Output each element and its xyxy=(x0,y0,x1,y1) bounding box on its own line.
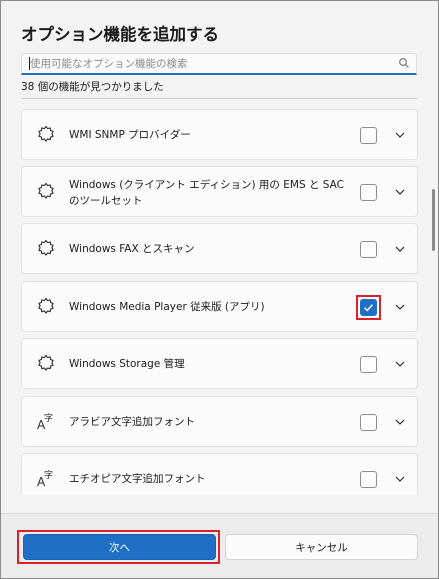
chevron-down-icon[interactable] xyxy=(394,130,406,140)
font-icon: A 字 xyxy=(37,469,53,488)
chevron-down-icon[interactable] xyxy=(394,474,406,484)
gear-icon xyxy=(38,125,54,142)
next-button[interactable]: 次へ xyxy=(23,534,216,560)
feature-list[interactable]: WMI SNMP プロバイダー Windows (クライアント エディション) … xyxy=(21,109,419,495)
chevron-down-icon[interactable] xyxy=(394,244,406,254)
chevron-down-icon[interactable] xyxy=(394,417,406,427)
font-icon: A 字 xyxy=(37,412,53,431)
feature-checkbox[interactable] xyxy=(360,356,377,373)
feature-item[interactable]: A 字 アラビア文字追加フォント xyxy=(21,396,418,447)
feature-item[interactable]: Windows (クライアント エディション) 用の EMS と SAC のツー… xyxy=(21,166,418,217)
feature-label: Windows Media Player 従来版 (アプリ) xyxy=(69,301,265,313)
feature-checkbox[interactable] xyxy=(360,127,377,144)
feature-item[interactable]: Windows Media Player 従来版 (アプリ) xyxy=(21,281,418,332)
feature-label: Windows (クライアント エディション) 用の EMS と SAC のツー… xyxy=(69,179,344,207)
gear-icon xyxy=(38,354,54,371)
feature-label: アラビア文字追加フォント xyxy=(69,416,195,428)
feature-checkbox[interactable] xyxy=(360,184,377,201)
feature-label: WMI SNMP プロバイダー xyxy=(69,129,191,141)
svg-text:字: 字 xyxy=(44,469,53,481)
feature-checkbox[interactable] xyxy=(360,471,377,488)
feature-checkbox[interactable] xyxy=(360,241,377,258)
svg-text:字: 字 xyxy=(44,412,53,424)
feature-checkbox[interactable] xyxy=(360,414,377,431)
cancel-button[interactable]: キャンセル xyxy=(225,534,418,560)
gear-icon xyxy=(38,239,54,256)
gear-icon xyxy=(38,182,54,199)
feature-checkbox-checked[interactable] xyxy=(360,299,377,316)
gear-icon xyxy=(38,297,54,314)
dialog-title: オプション機能を追加する xyxy=(21,25,219,44)
result-count: 38 個の機能が見つかりました xyxy=(21,81,164,93)
feature-label: エチオピア文字追加フォント xyxy=(69,473,206,485)
search-input[interactable] xyxy=(22,54,400,73)
feature-item[interactable]: Windows Storage 管理 xyxy=(21,338,418,389)
chevron-down-icon[interactable] xyxy=(394,187,406,197)
search-box[interactable] xyxy=(21,53,417,75)
feature-item[interactable]: WMI SNMP プロバイダー xyxy=(21,109,418,160)
chevron-down-icon[interactable] xyxy=(394,302,406,312)
dialog-footer: 次へ キャンセル xyxy=(1,513,438,578)
feature-label: Windows Storage 管理 xyxy=(69,358,185,370)
add-optional-feature-dialog: オプション機能を追加する 38 個の機能が見つかりました WMI SNMP プロ… xyxy=(0,0,439,579)
chevron-down-icon[interactable] xyxy=(394,359,406,369)
feature-item[interactable]: A 字 エチオピア文字追加フォント xyxy=(21,453,418,495)
divider xyxy=(21,98,417,99)
checkmark-icon xyxy=(364,304,374,312)
feature-label: Windows FAX とスキャン xyxy=(69,243,195,255)
feature-item[interactable]: Windows FAX とスキャン xyxy=(21,223,418,274)
search-icon[interactable] xyxy=(398,57,410,69)
scrollbar-thumb[interactable] xyxy=(432,189,435,251)
